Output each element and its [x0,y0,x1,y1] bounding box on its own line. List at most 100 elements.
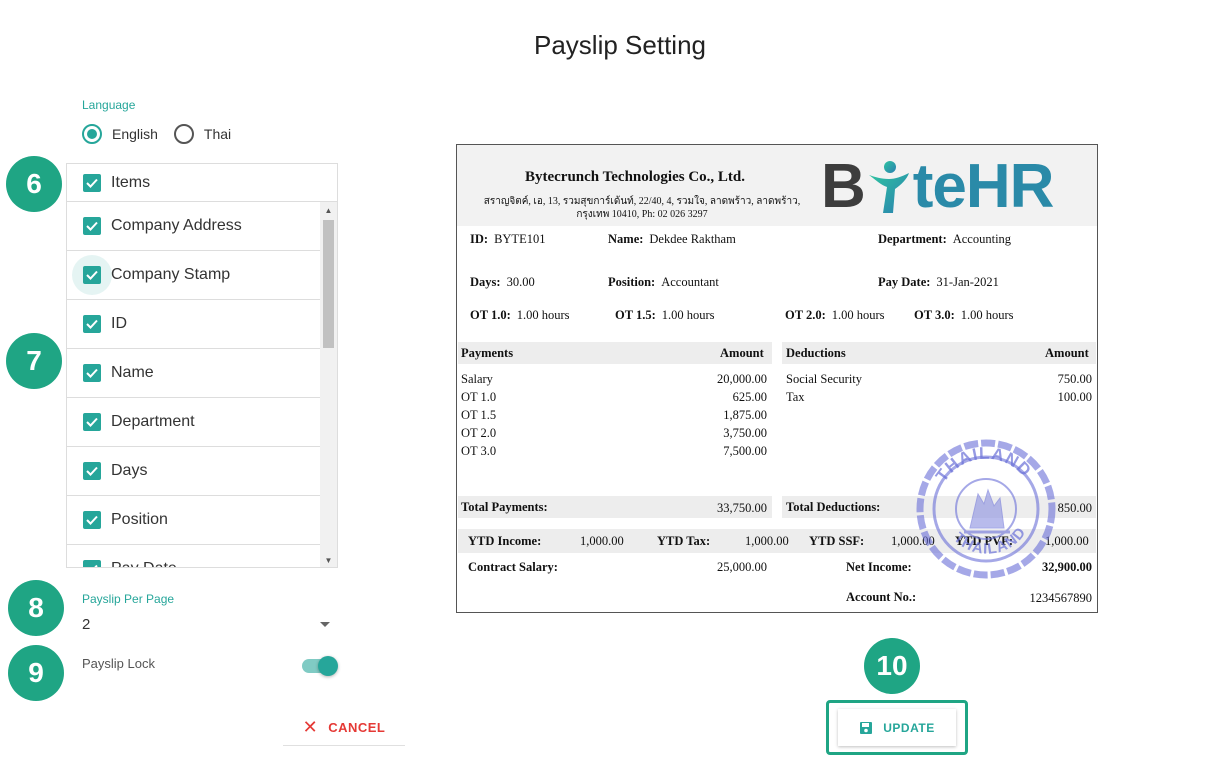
payment-label: OT 2.0 [461,426,497,440]
scroll-up-icon[interactable]: ▲ [320,202,337,218]
scroll-down-icon[interactable]: ▼ [320,552,337,567]
items-header[interactable]: Items [67,164,337,202]
step-badge-7: 7 [6,333,62,389]
ytd-pvf-value: 1,000.00 [1045,534,1089,548]
list-item[interactable]: Company Stamp [67,251,321,300]
list-item[interactable]: Name [67,349,321,398]
item-checkbox[interactable] [83,560,101,567]
field-label: OT 1.0: [470,308,511,322]
payslip-per-page-label: Payslip Per Page [82,592,175,606]
deductions-header: Deductions [786,346,846,360]
item-checkbox[interactable] [83,511,101,529]
language-option-thai[interactable]: Thai [173,124,232,144]
radio-thai[interactable] [173,124,194,144]
net-income-label: Net Income: [846,560,912,574]
check-icon [86,515,98,525]
list-item[interactable]: ID [67,300,321,349]
field-label: Position: [608,275,656,289]
field-id: ID: BYTE101 [470,232,545,247]
item-checkbox[interactable] [83,364,101,382]
check-icon [94,564,98,567]
language-label: Language [82,98,136,112]
check-icon [86,417,98,427]
total-payments-label: Total Payments: [461,500,548,514]
company-address: สราญจิตค์, เอ, 13, รวมสุขการ์เด้นท์, 22/… [483,196,801,220]
payment-amount: 20,000.00 [717,372,767,386]
field-value: 1.00 hours [831,308,885,322]
update-button[interactable]: UPDATE [838,709,956,746]
item-checkbox[interactable] [83,315,101,333]
payslip-per-page-value: 2 [82,615,91,633]
payment-label: OT 3.0 [461,444,497,458]
close-icon: ✕ [302,717,319,737]
scroll-thumb[interactable] [323,220,334,348]
list-item[interactable]: Pay Date [67,545,321,567]
list-item[interactable]: Position [67,496,321,545]
payments-header: Payments [461,346,514,360]
account-no-value: 1234567890 [1029,591,1093,605]
field-position: Position: Accountant [608,275,719,290]
field-label: OT 2.0: [785,308,826,322]
payslip-per-page-select[interactable]: 2 [82,612,336,636]
total-payments-value: 33,750.00 [717,501,767,515]
contract-salary-label: Contract Salary: [468,560,558,574]
check-icon [86,368,98,378]
list-item[interactable]: Days [67,447,321,496]
item-label: Pay Date [111,560,177,567]
field-days: Days: 30.00 [470,275,535,290]
payments-amount-header: Amount [720,346,764,360]
total-deductions-label: Total Deductions: [786,500,881,514]
item-checkbox[interactable] [83,413,101,431]
radio-english[interactable] [82,124,102,144]
step-badge-8: 8 [8,580,64,636]
field-value: 1.00 hours [960,308,1014,322]
item-label: Company Stamp [111,266,231,283]
field-department: Department: Accounting [878,232,1011,247]
list-item[interactable]: Department [67,398,321,447]
item-checkbox[interactable] [72,255,112,295]
field-ot-2-0: OT 2.0: 1.00 hours [785,308,885,323]
save-icon [860,721,873,734]
field-value: 1.00 hours [516,308,570,322]
payment-label: OT 1.5 [461,408,497,422]
step-badge-10: 10 [864,638,920,694]
language-thai-label: Thai [203,126,232,142]
update-highlight: UPDATE [826,700,968,755]
field-ot-3-0: OT 3.0: 1.00 hours [914,308,1014,323]
cancel-label: CANCEL [328,720,386,735]
item-label: Company Address [111,217,242,234]
field-label: Days: [470,275,501,289]
items-select-all-checkbox[interactable] [83,173,101,192]
list-item[interactable]: Company Address [67,202,321,251]
deduction-amount: 750.00 [1057,372,1092,386]
logo-text-right: teHR [912,152,1055,221]
language-option-english[interactable]: English [82,124,158,144]
update-label: UPDATE [883,720,935,735]
item-label: Position [111,511,168,528]
check-icon [86,270,98,280]
items-list: Company Address Company Stamp ID Name De… [67,202,321,567]
account-no-label: Account No.: [846,590,917,604]
payslip-preview: Bytecrunch Technologies Co., Ltd. สราญจิ… [456,144,1098,613]
ytd-tax-value: 1,000.00 [745,534,789,548]
payment-label: OT 1.0 [461,390,497,404]
toggle-knob [318,656,338,676]
field-label: OT 1.5: [615,308,656,322]
payslip-lock-toggle[interactable] [302,656,338,676]
item-label: Days [111,462,148,479]
language-radio-group: English Thai [82,124,247,144]
person-logo-icon [868,161,909,213]
field-name: Name: Dekdee Raktham [608,232,736,247]
deduction-label: Social Security [786,372,863,386]
item-checkbox[interactable] [83,462,101,480]
field-value: 30.00 [506,275,535,289]
company-logo: B teHR [821,152,1055,221]
field-label: Department: [878,232,947,246]
cancel-button[interactable]: ✕ CANCEL [283,710,405,746]
deduction-amount: 100.00 [1057,390,1092,404]
step-badge-9: 9 [8,645,64,701]
item-checkbox[interactable] [83,217,101,235]
items-panel: Items Company Address Company Stamp ID N… [66,163,338,568]
ytd-income-label: YTD Income: [468,534,542,548]
items-scrollbar[interactable]: ▲ ▼ [320,202,337,567]
